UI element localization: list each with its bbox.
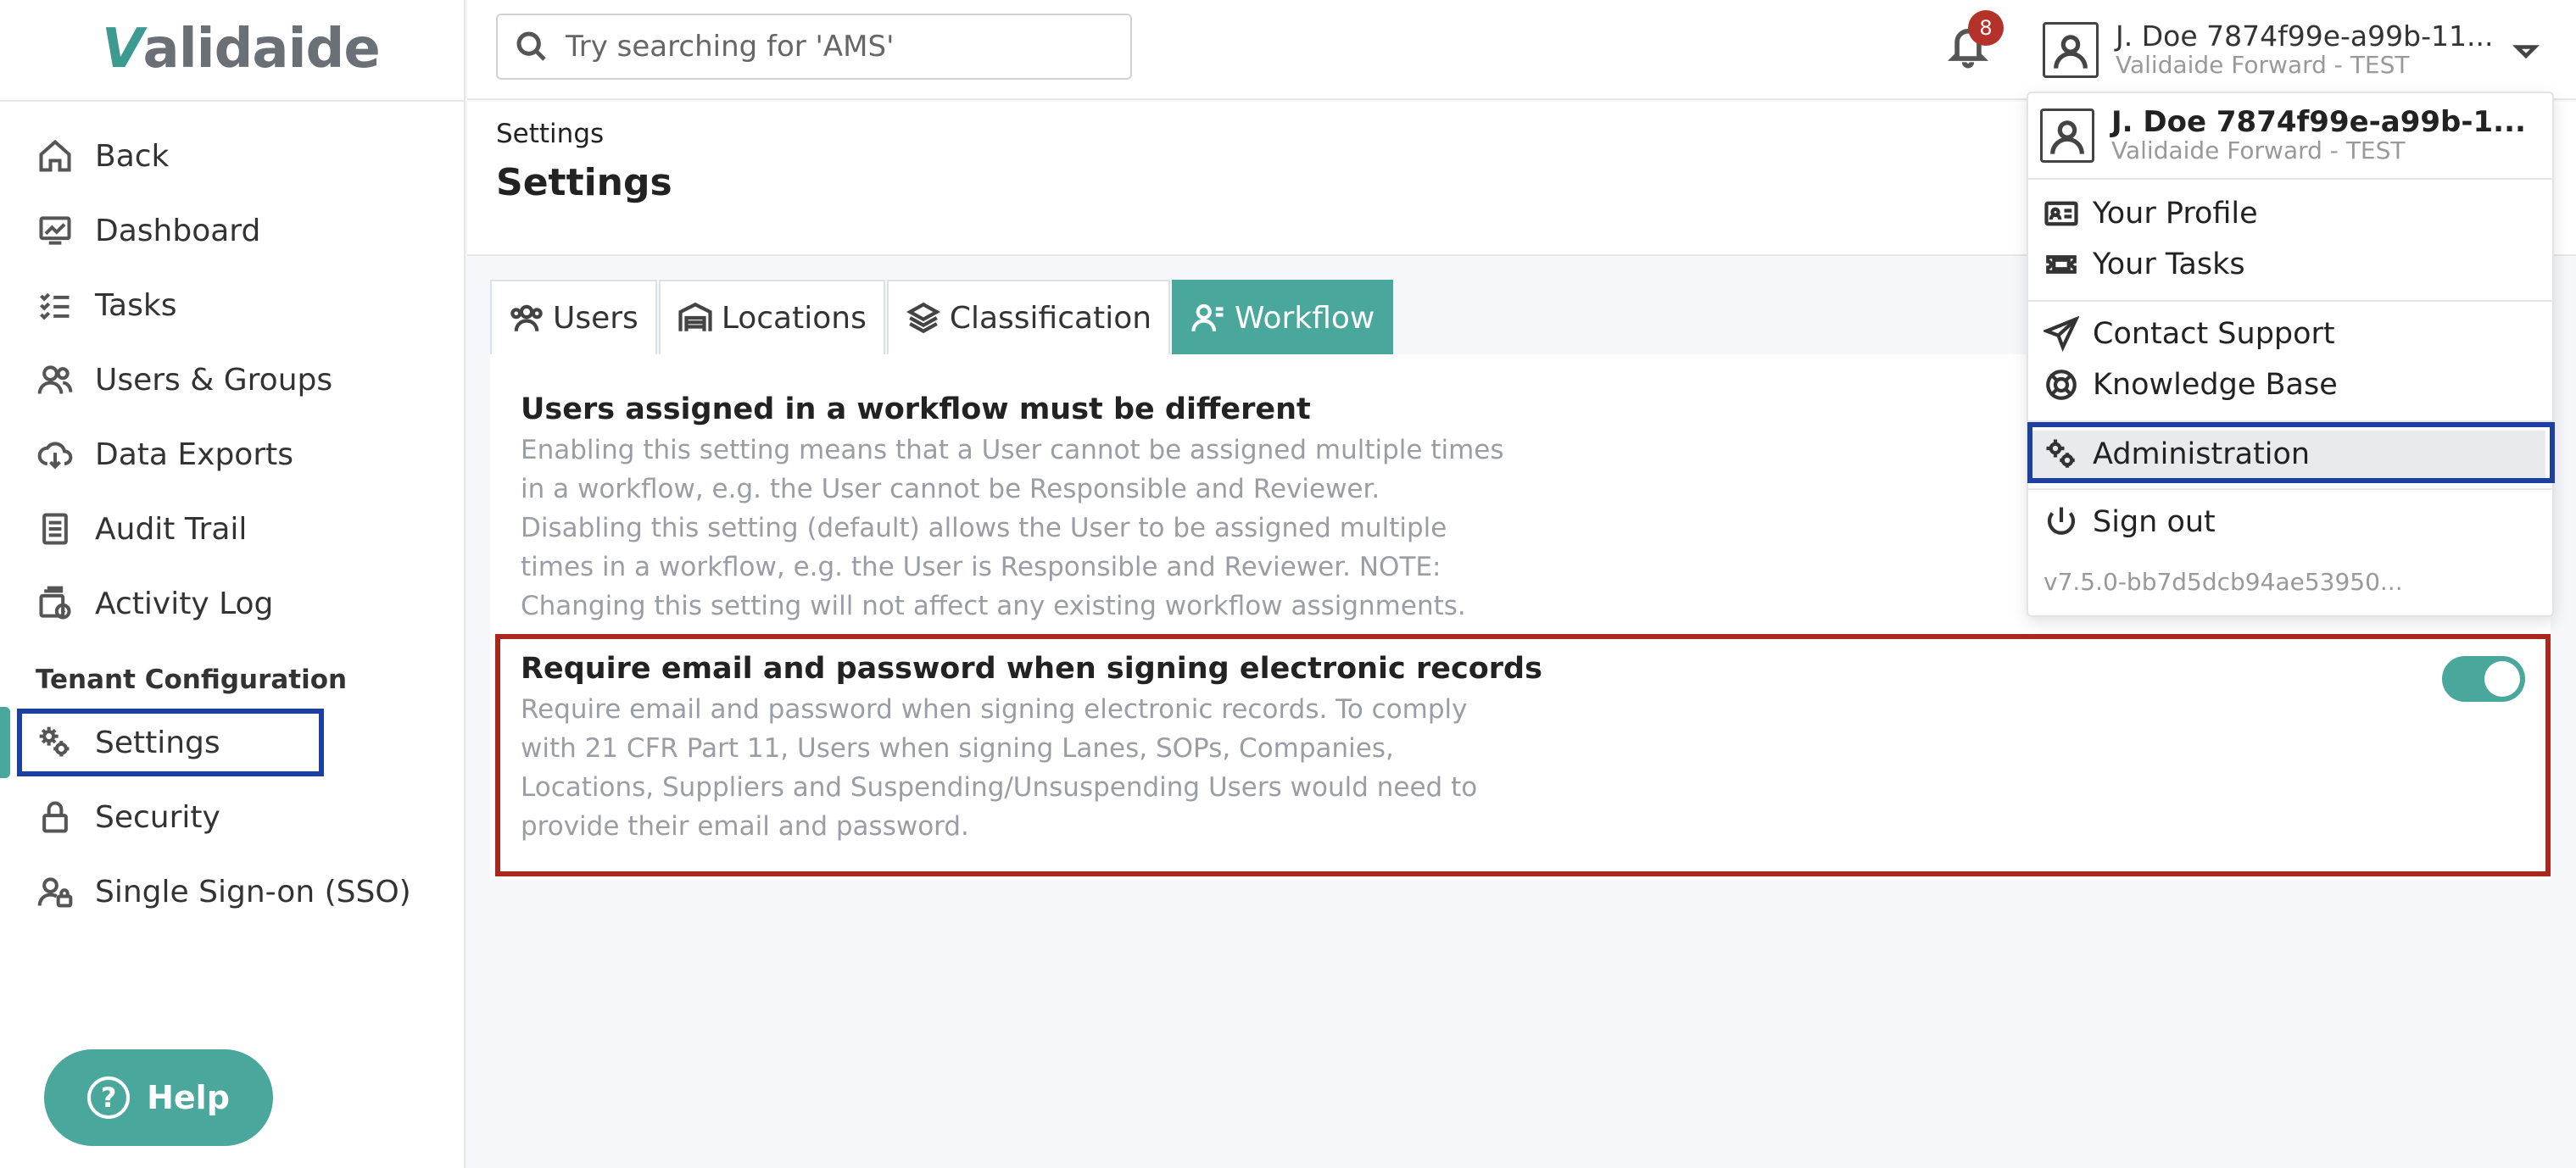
- menu-item-label: Your Tasks: [2093, 248, 2245, 281]
- document-icon: [34, 508, 76, 550]
- breadcrumb[interactable]: Settings: [496, 119, 604, 149]
- dropdown-user-name: J. Doe 7874f99e-a99b-1...: [2111, 105, 2526, 139]
- settings-tabs: Users Locations Classification Workflow: [490, 280, 1395, 354]
- sidebar-item-tasks[interactable]: Tasks: [34, 275, 424, 336]
- dropdown-user-header: J. Doe 7874f99e-a99b-1... Validaide Forw…: [2040, 107, 2526, 164]
- user-lock-icon: [34, 870, 76, 913]
- tab-workflow[interactable]: Workflow: [1172, 280, 1394, 354]
- home-icon: [34, 135, 76, 177]
- tab-users[interactable]: Users: [490, 280, 657, 354]
- id-card-icon: [2044, 201, 2078, 226]
- sidebar-item-back[interactable]: Back: [34, 125, 424, 186]
- notification-badge: 8: [1968, 10, 2004, 46]
- avatar: [2043, 22, 2099, 78]
- user-name: J. Doe 7874f99e-a99b-11...: [2116, 19, 2494, 53]
- administration-highlight-box: [2027, 422, 2555, 483]
- search-icon: [516, 31, 546, 61]
- sidebar-item-users-groups[interactable]: Users & Groups: [34, 349, 424, 410]
- user-icon: [2050, 120, 2084, 154]
- activity-log-icon: [34, 582, 76, 625]
- tab-label: Locations: [721, 300, 867, 336]
- tab-label: Users: [553, 300, 638, 336]
- tab-label: Classification: [949, 300, 1152, 336]
- user-workflow-icon: [1191, 303, 1224, 331]
- sidebar: Validaide Back Dashboard Tasks Users & G…: [0, 0, 466, 1168]
- sidebar-divider: [0, 100, 466, 102]
- setting-unique-users: Users assigned in a workflow must be dif…: [521, 388, 1962, 626]
- layers-icon: [906, 302, 940, 334]
- sidebar-item-label: Activity Log: [95, 586, 274, 621]
- app-version: v7.5.0-bb7d5dcb94ae53950...: [2044, 568, 2403, 596]
- checklist-icon: [34, 284, 76, 326]
- lock-icon: [34, 796, 76, 838]
- paper-plane-icon: [2044, 316, 2079, 352]
- power-icon: [2047, 507, 2076, 535]
- top-bar: 8 J. Doe 7874f99e-a99b-11... Validaide F…: [467, 0, 2576, 100]
- tenant-config-label: Tenant Configuration: [36, 665, 348, 695]
- sidebar-item-label: Data Exports: [95, 437, 293, 472]
- tab-classification[interactable]: Classification: [886, 280, 1171, 354]
- chart-icon: [34, 209, 76, 252]
- lifebuoy-icon: [2046, 370, 2077, 400]
- menu-item-contact-support[interactable]: Contact Support: [2044, 310, 2544, 358]
- require-credentials-toggle[interactable]: [2442, 656, 2525, 702]
- user-org: Validaide Forward - TEST: [2116, 51, 2410, 79]
- avatar: [2040, 108, 2094, 163]
- sidebar-item-label: Dashboard: [95, 213, 261, 248]
- users-icon: [34, 359, 76, 401]
- menu-item-sign-out[interactable]: Sign out: [2044, 498, 2544, 546]
- sidebar-item-security[interactable]: Security: [34, 787, 424, 848]
- user-menu-trigger[interactable]: J. Doe 7874f99e-a99b-11... Validaide For…: [2043, 12, 2551, 88]
- menu-item-your-profile[interactable]: Your Profile: [2044, 190, 2544, 237]
- cloud-download-icon: [34, 433, 76, 476]
- app-logo[interactable]: Validaide: [102, 15, 381, 83]
- sidebar-item-label: Back: [95, 138, 170, 174]
- help-label: Help: [147, 1079, 230, 1116]
- dropdown-user-org: Validaide Forward - TEST: [2111, 136, 2406, 164]
- search-input[interactable]: [566, 30, 1108, 64]
- setting-title: Users assigned in a workflow must be dif…: [521, 392, 1311, 426]
- question-icon: ?: [87, 1076, 131, 1119]
- toggle-knob: [2484, 661, 2520, 697]
- search-box[interactable]: [496, 14, 1132, 80]
- sidebar-item-sso[interactable]: Single Sign-on (SSO): [34, 861, 424, 922]
- menu-item-label: Sign out: [2093, 505, 2216, 539]
- user-dropdown-menu: J. Doe 7874f99e-a99b-1... Validaide Forw…: [2027, 92, 2554, 617]
- menu-item-label: Contact Support: [2093, 317, 2335, 351]
- sidebar-item-data-exports[interactable]: Data Exports: [34, 424, 424, 485]
- sidebar-item-label: Single Sign-on (SSO): [95, 874, 411, 909]
- sidebar-item-label: Users & Groups: [95, 362, 333, 398]
- setting-description: Enabling this setting means that a User …: [521, 435, 1504, 621]
- sidebar-item-activity-log[interactable]: Activity Log: [34, 573, 424, 634]
- page-title: Settings: [496, 161, 672, 204]
- ticket-icon: [2046, 255, 2077, 274]
- users-icon: [510, 304, 543, 331]
- tab-locations[interactable]: Locations: [658, 280, 885, 354]
- sidebar-item-label: Audit Trail: [95, 511, 248, 547]
- menu-item-label: Your Profile: [2093, 197, 2258, 231]
- active-indicator: [0, 707, 10, 778]
- menu-item-label: Knowledge Base: [2093, 368, 2338, 402]
- menu-item-your-tasks[interactable]: Your Tasks: [2044, 241, 2544, 288]
- logo-text: alidaide: [142, 18, 381, 81]
- caret-down-icon[interactable]: [2511, 36, 2545, 70]
- settings-highlight-box: [17, 709, 324, 776]
- sidebar-item-dashboard[interactable]: Dashboard: [34, 200, 424, 261]
- logo-v: V: [102, 18, 144, 81]
- sidebar-item-label: Security: [95, 799, 220, 835]
- warehouse-icon: [678, 302, 712, 331]
- user-icon: [2054, 35, 2088, 69]
- dropdown-divider: [2028, 488, 2552, 490]
- dropdown-divider: [2028, 178, 2552, 180]
- menu-item-knowledge-base[interactable]: Knowledge Base: [2044, 361, 2544, 409]
- sidebar-item-audit-trail[interactable]: Audit Trail: [34, 498, 424, 559]
- setting-highlight-box: [495, 634, 2551, 876]
- help-button[interactable]: ? Help: [44, 1049, 273, 1146]
- dropdown-divider: [2028, 300, 2552, 302]
- tab-label: Workflow: [1235, 300, 1375, 336]
- sidebar-item-label: Tasks: [95, 287, 177, 323]
